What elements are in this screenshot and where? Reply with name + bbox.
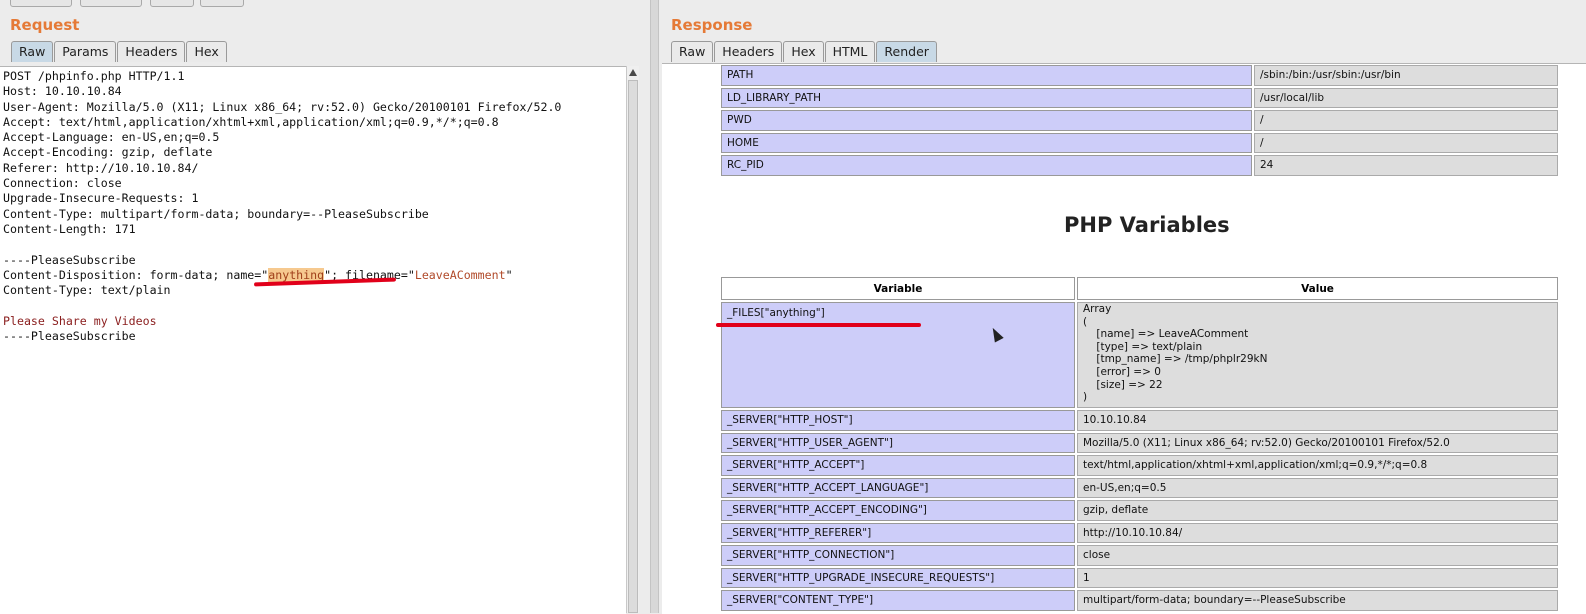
column-header-variable: Variable: [721, 277, 1075, 300]
request-line: Accept-Language: en-US,en;q=0.5: [3, 130, 220, 145]
env-value: /sbin:/bin:/usr/sbin:/usr/bin: [1254, 65, 1558, 86]
server-value: text/html,application/xhtml+xml,applicat…: [1077, 455, 1558, 476]
server-value: close: [1077, 545, 1558, 566]
filename-value: LeaveAComment: [414, 267, 506, 282]
request-line: Accept-Encoding: gzip, deflate: [3, 145, 213, 160]
env-key: HOME: [721, 132, 1252, 153]
body-line: Please Share my Videos: [3, 313, 157, 328]
server-key: _SERVER["HTTP_ACCEPT"]: [721, 455, 1075, 476]
server-value: 10.10.10.84: [1077, 410, 1558, 431]
rendered-response[interactable]: PATH/sbin:/bin:/usr/sbin:/usr/bin LD_LIB…: [662, 63, 1586, 614]
php-variables-heading: PHP Variables: [1064, 213, 1230, 237]
request-line: Accept: text/html,application/xhtml+xml,…: [3, 114, 499, 129]
tab-render[interactable]: Render: [876, 41, 937, 62]
server-value: 1: [1077, 567, 1558, 588]
files-value: Array ( [name] => LeaveAComment [type] =…: [1077, 302, 1558, 408]
table-row: PATH/sbin:/bin:/usr/sbin:/usr/bin: [721, 65, 1558, 86]
tab-headers[interactable]: Headers: [117, 41, 186, 62]
request-line: [3, 237, 561, 252]
request-title: Request: [10, 16, 80, 34]
toolbar-button-2[interactable]: [80, 0, 142, 7]
request-line: Content-Length: 171: [3, 221, 136, 236]
toolbar-button-1[interactable]: [10, 0, 72, 7]
toolbar-button-3[interactable]: [150, 0, 194, 7]
table-row: _SERVER["CONTENT_TYPE"] multipart/form-da…: [721, 590, 1558, 611]
tab-raw[interactable]: Raw: [11, 41, 54, 62]
env-key: RC_PID: [721, 155, 1252, 176]
scroll-up-icon[interactable]: [629, 69, 637, 76]
table-row: _SERVER["HTTP_HOST"] 10.10.10.84: [721, 410, 1558, 431]
pane-divider[interactable]: [650, 0, 659, 613]
table-row: PWD /: [721, 110, 1558, 131]
server-value: Mozilla/5.0 (X11; Linux x86_64; rv:52.0)…: [1077, 432, 1558, 453]
column-header-value: Value: [1077, 277, 1558, 300]
server-value: gzip, deflate: [1077, 500, 1558, 521]
files-key: _FILES["anything"]: [721, 302, 1075, 408]
table-row: LD_LIBRARY_PATH/usr/local/lib: [721, 87, 1558, 108]
request-line: Referer: http://10.10.10.84/: [3, 160, 199, 175]
table-row: _SERVER["HTTP_USER_AGENT"] Mozilla/5.0 (X…: [721, 432, 1558, 453]
env-key: PWD: [721, 110, 1252, 131]
server-value: en-US,en;q=0.5: [1077, 477, 1558, 498]
request-line: Upgrade-Insecure-Requests: 1: [3, 191, 199, 206]
table-row: _SERVER["HTTP_ACCEPT_LANGUAGE"] en-US,en;…: [721, 477, 1558, 498]
env-value: /usr/local/lib: [1254, 87, 1558, 108]
request-editor[interactable]: POST /phpinfo.php HTTP/1.1 Host: 10.10.1…: [0, 66, 626, 614]
response-title: Response: [671, 16, 753, 34]
table-row: _SERVER["HTTP_CONNECTION"] close: [721, 545, 1558, 566]
env-key: LD_LIBRARY_PATH: [721, 87, 1252, 108]
server-key: _SERVER["HTTP_REFERER"]: [721, 522, 1075, 543]
request-tabs: Raw Params Headers Hex: [11, 41, 228, 62]
tab-headers[interactable]: Headers: [714, 41, 783, 62]
request-scrollbar[interactable]: [626, 66, 639, 613]
server-key: _SERVER["HTTP_UPGRADE_INSECURE_REQUESTS"…: [721, 567, 1075, 588]
request-line: Host: 10.10.10.84: [3, 84, 122, 99]
tab-raw[interactable]: Raw: [671, 41, 714, 62]
request-line: User-Agent: Mozilla/5.0 (X11; Linux x86_…: [3, 99, 562, 114]
server-key: _SERVER["HTTP_HOST"]: [721, 410, 1075, 431]
server-key: _SERVER["HTTP_ACCEPT_LANGUAGE"]: [721, 477, 1075, 498]
env-value: /: [1254, 110, 1558, 131]
server-key: _SERVER["HTTP_ACCEPT_ENCODING"]: [721, 500, 1075, 521]
env-value: /: [1254, 132, 1558, 153]
request-text: POST /phpinfo.php HTTP/1.1 Host: 10.10.1…: [3, 69, 561, 344]
tab-html[interactable]: HTML: [824, 41, 876, 62]
server-key: _SERVER["HTTP_CONNECTION"]: [721, 545, 1075, 566]
closing-boundary-line: ----PleaseSubscribe: [3, 329, 136, 344]
request-line: Connection: close: [3, 176, 122, 191]
table-row: _SERVER["HTTP_UPGRADE_INSECURE_REQUESTS"…: [721, 567, 1558, 588]
env-key: PATH: [721, 65, 1252, 86]
tab-params[interactable]: Params: [54, 41, 117, 62]
table-row: _SERVER["HTTP_ACCEPT_ENCODING"] gzip, def…: [721, 500, 1558, 521]
table-row: _SERVER["HTTP_REFERER"] http://10.10.10.8…: [721, 522, 1558, 543]
environment-table: PATH/sbin:/bin:/usr/sbin:/usr/bin LD_LIB…: [719, 64, 1560, 178]
request-line: ----PleaseSubscribe: [3, 252, 136, 267]
request-line: Content-Type: multipart/form-data; bound…: [3, 206, 429, 221]
toolbar-button-4[interactable]: [200, 0, 244, 7]
table-header-row: Variable Value: [721, 277, 1558, 300]
disposition-prefix: Content-Disposition: form-data; name=": [3, 267, 269, 282]
tab-hex[interactable]: Hex: [783, 41, 824, 62]
server-value: multipart/form-data; boundary=--PleaseSu…: [1077, 590, 1558, 611]
disposition-suffix: ": [505, 267, 513, 282]
scroll-thumb[interactable]: [628, 80, 638, 613]
server-key: _SERVER["CONTENT_TYPE"]: [721, 590, 1075, 611]
red-underline-annotation: [716, 323, 921, 327]
table-row: _SERVER["HTTP_ACCEPT"] text/html,applicat…: [721, 455, 1558, 476]
tab-hex[interactable]: Hex: [186, 41, 227, 62]
server-value: http://10.10.10.84/: [1077, 522, 1558, 543]
table-row: _FILES["anything"] Array ( [name] => Lea…: [721, 302, 1558, 408]
env-value: 24: [1254, 155, 1558, 176]
request-line: POST /phpinfo.php HTTP/1.1: [3, 69, 185, 83]
response-tabs: Raw Headers Hex HTML Render: [671, 41, 938, 62]
server-key: _SERVER["HTTP_USER_AGENT"]: [721, 432, 1075, 453]
table-row: HOME /: [721, 132, 1558, 153]
table-row: RC_PID 24: [721, 155, 1558, 176]
